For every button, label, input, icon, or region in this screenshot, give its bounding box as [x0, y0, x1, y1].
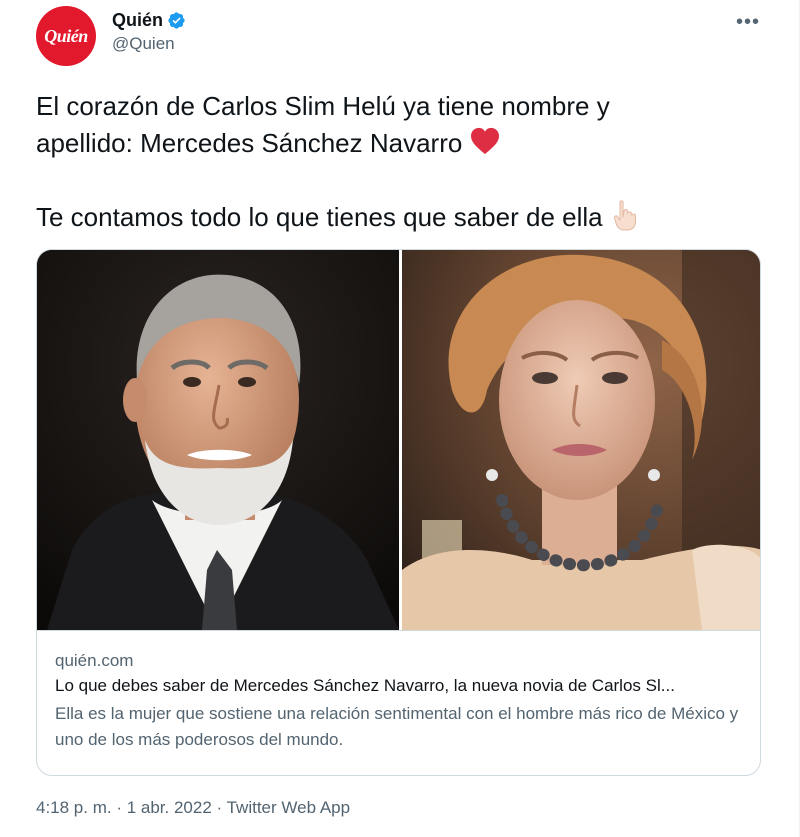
card-body: quién.com Lo que debes saber de Mercedes…	[37, 630, 760, 775]
tweet-text: El corazón de Carlos Slim Helú ya tiene …	[36, 88, 766, 236]
portrait-man-image	[37, 250, 399, 630]
tweet: Quién Quién @Quien ••• El corazón de Car…	[0, 0, 800, 837]
timestamp-separator-1: ·	[111, 798, 127, 817]
author-block: Quién @Quien	[112, 10, 186, 54]
tweet-line-1: El corazón de Carlos Slim Helú ya tiene …	[36, 91, 610, 121]
name-row: Quién	[112, 10, 186, 31]
timestamp-separator-2: ·	[211, 798, 227, 817]
tweet-timestamp: 4:18 p. m. · 1 abr. 2022 · Twitter Web A…	[36, 798, 350, 818]
tweet-line-2: apellido: Mercedes Sánchez Navarro	[36, 125, 766, 162]
photo-right	[402, 250, 760, 630]
avatar[interactable]: Quién	[36, 6, 96, 66]
verified-badge-icon	[168, 12, 185, 29]
handle[interactable]: @Quien	[112, 34, 186, 54]
red-heart-icon	[470, 127, 499, 155]
avatar-logo-text: Quién	[44, 25, 88, 46]
card-media	[37, 250, 760, 630]
link-card[interactable]: quién.com Lo que debes saber de Mercedes…	[36, 249, 761, 776]
more-dots-icon[interactable]: •••	[732, 8, 764, 36]
timestamp-time[interactable]: 4:18 p. m.	[36, 798, 112, 817]
tweet-line-3: Te contamos todo lo que tienes que saber…	[36, 199, 766, 236]
card-description: Ella es la mujer que sostiene una relaci…	[55, 704, 739, 749]
display-name[interactable]: Quién	[112, 10, 163, 31]
portrait-woman-image	[402, 250, 760, 630]
pointing-down-icon	[613, 200, 636, 231]
tweet-line-3-text: Te contamos todo lo que tienes que saber…	[36, 202, 603, 232]
tweet-line-2-text: apellido: Mercedes Sánchez Navarro	[36, 128, 463, 158]
card-domain: quién.com	[55, 651, 134, 670]
timestamp-date[interactable]: 1 abr. 2022	[127, 798, 212, 817]
photo-left	[37, 250, 399, 630]
timestamp-app[interactable]: Twitter Web App	[227, 798, 350, 817]
card-title: Lo que debes saber de Mercedes Sánchez N…	[55, 676, 675, 695]
